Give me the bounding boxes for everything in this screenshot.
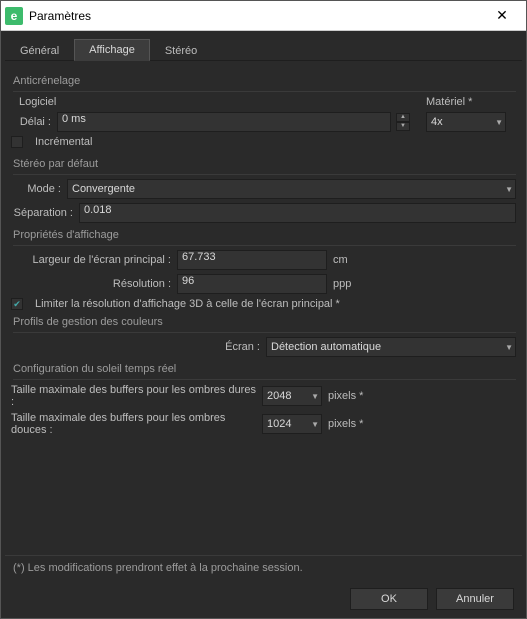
- window-title: Paramètres: [29, 9, 482, 23]
- hardware-value: 4x: [431, 116, 443, 128]
- incremental-label: Incrémental: [35, 136, 92, 148]
- soft-shadow-label: Taille maximale des buffers pour les omb…: [11, 412, 256, 436]
- resolution-input[interactable]: 96: [177, 274, 327, 294]
- titlebar: e Paramètres ✕: [1, 1, 526, 31]
- tab-stereo[interactable]: Stéréo: [150, 40, 212, 61]
- chevron-down-icon: ▼: [311, 420, 319, 429]
- tab-display[interactable]: Affichage: [74, 39, 150, 61]
- hard-shadow-label: Taille maximale des buffers pour les omb…: [11, 384, 256, 408]
- hard-shadow-select[interactable]: 2048 ▼: [262, 386, 322, 406]
- spin-up-icon[interactable]: ▲: [396, 113, 410, 122]
- tab-general[interactable]: Général: [5, 40, 74, 61]
- close-button[interactable]: ✕: [482, 2, 522, 30]
- chevron-down-icon: ▼: [505, 185, 513, 194]
- mode-label: Mode :: [11, 183, 61, 195]
- software-label: Logiciel: [19, 96, 410, 108]
- limit-resolution-label: Limiter la résolution d'affichage 3D à c…: [35, 298, 340, 310]
- chevron-down-icon: ▼: [505, 343, 513, 352]
- spin-down-icon[interactable]: ▼: [396, 122, 410, 131]
- cancel-button[interactable]: Annuler: [436, 588, 514, 610]
- screen-width-unit: cm: [333, 254, 363, 266]
- chevron-down-icon: ▼: [495, 118, 503, 127]
- delay-input[interactable]: 0 ms: [57, 112, 391, 132]
- color-profiles-title: Profils de gestion des couleurs: [13, 316, 516, 333]
- soft-shadow-select[interactable]: 1024 ▼: [262, 414, 322, 434]
- delay-spinner[interactable]: ▲ ▼: [396, 113, 410, 131]
- antialias-group-title: Anticrénelage: [13, 75, 516, 92]
- settings-window: e Paramètres ✕ Général Affichage Stéréo …: [0, 0, 527, 619]
- incremental-checkbox[interactable]: [11, 136, 23, 148]
- chevron-down-icon: ▼: [311, 392, 319, 401]
- tab-bar: Général Affichage Stéréo: [5, 37, 522, 61]
- screen-select[interactable]: Détection automatique ▼: [266, 337, 516, 357]
- mode-select[interactable]: Convergente ▼: [67, 179, 516, 199]
- screen-width-input[interactable]: 67.733: [177, 250, 327, 270]
- sun-config-title: Configuration du soleil temps réel: [13, 363, 516, 380]
- mode-value: Convergente: [72, 183, 135, 195]
- footer-note: (*) Les modifications prendront effet à …: [5, 555, 522, 580]
- resolution-label: Résolution :: [11, 278, 171, 290]
- hardware-label: Matériel *: [426, 96, 516, 108]
- client-area: Général Affichage Stéréo Anticrénelage L…: [1, 31, 526, 618]
- close-icon: ✕: [496, 7, 508, 24]
- display-panel: Anticrénelage Logiciel Délai : 0 ms ▲ ▼: [5, 61, 522, 555]
- hard-shadow-unit: pixels *: [328, 390, 363, 402]
- ok-button[interactable]: OK: [350, 588, 428, 610]
- hard-shadow-value: 2048: [267, 390, 291, 402]
- soft-shadow-unit: pixels *: [328, 418, 363, 430]
- soft-shadow-value: 1024: [267, 418, 291, 430]
- app-icon: e: [5, 7, 23, 25]
- delay-label: Délai :: [11, 116, 51, 128]
- resolution-unit: ppp: [333, 278, 363, 290]
- screen-width-label: Largeur de l'écran principal :: [11, 254, 171, 266]
- hardware-select[interactable]: 4x ▼: [426, 112, 506, 132]
- screen-select-value: Détection automatique: [271, 341, 381, 353]
- separation-label: Séparation :: [11, 207, 73, 219]
- screen-select-label: Écran :: [225, 341, 260, 353]
- dialog-buttons: OK Annuler: [5, 580, 522, 618]
- separation-input[interactable]: 0.018: [79, 203, 516, 223]
- limit-resolution-checkbox[interactable]: [11, 298, 23, 310]
- display-props-title: Propriétés d'affichage: [13, 229, 516, 246]
- stereo-group-title: Stéréo par défaut: [13, 158, 516, 175]
